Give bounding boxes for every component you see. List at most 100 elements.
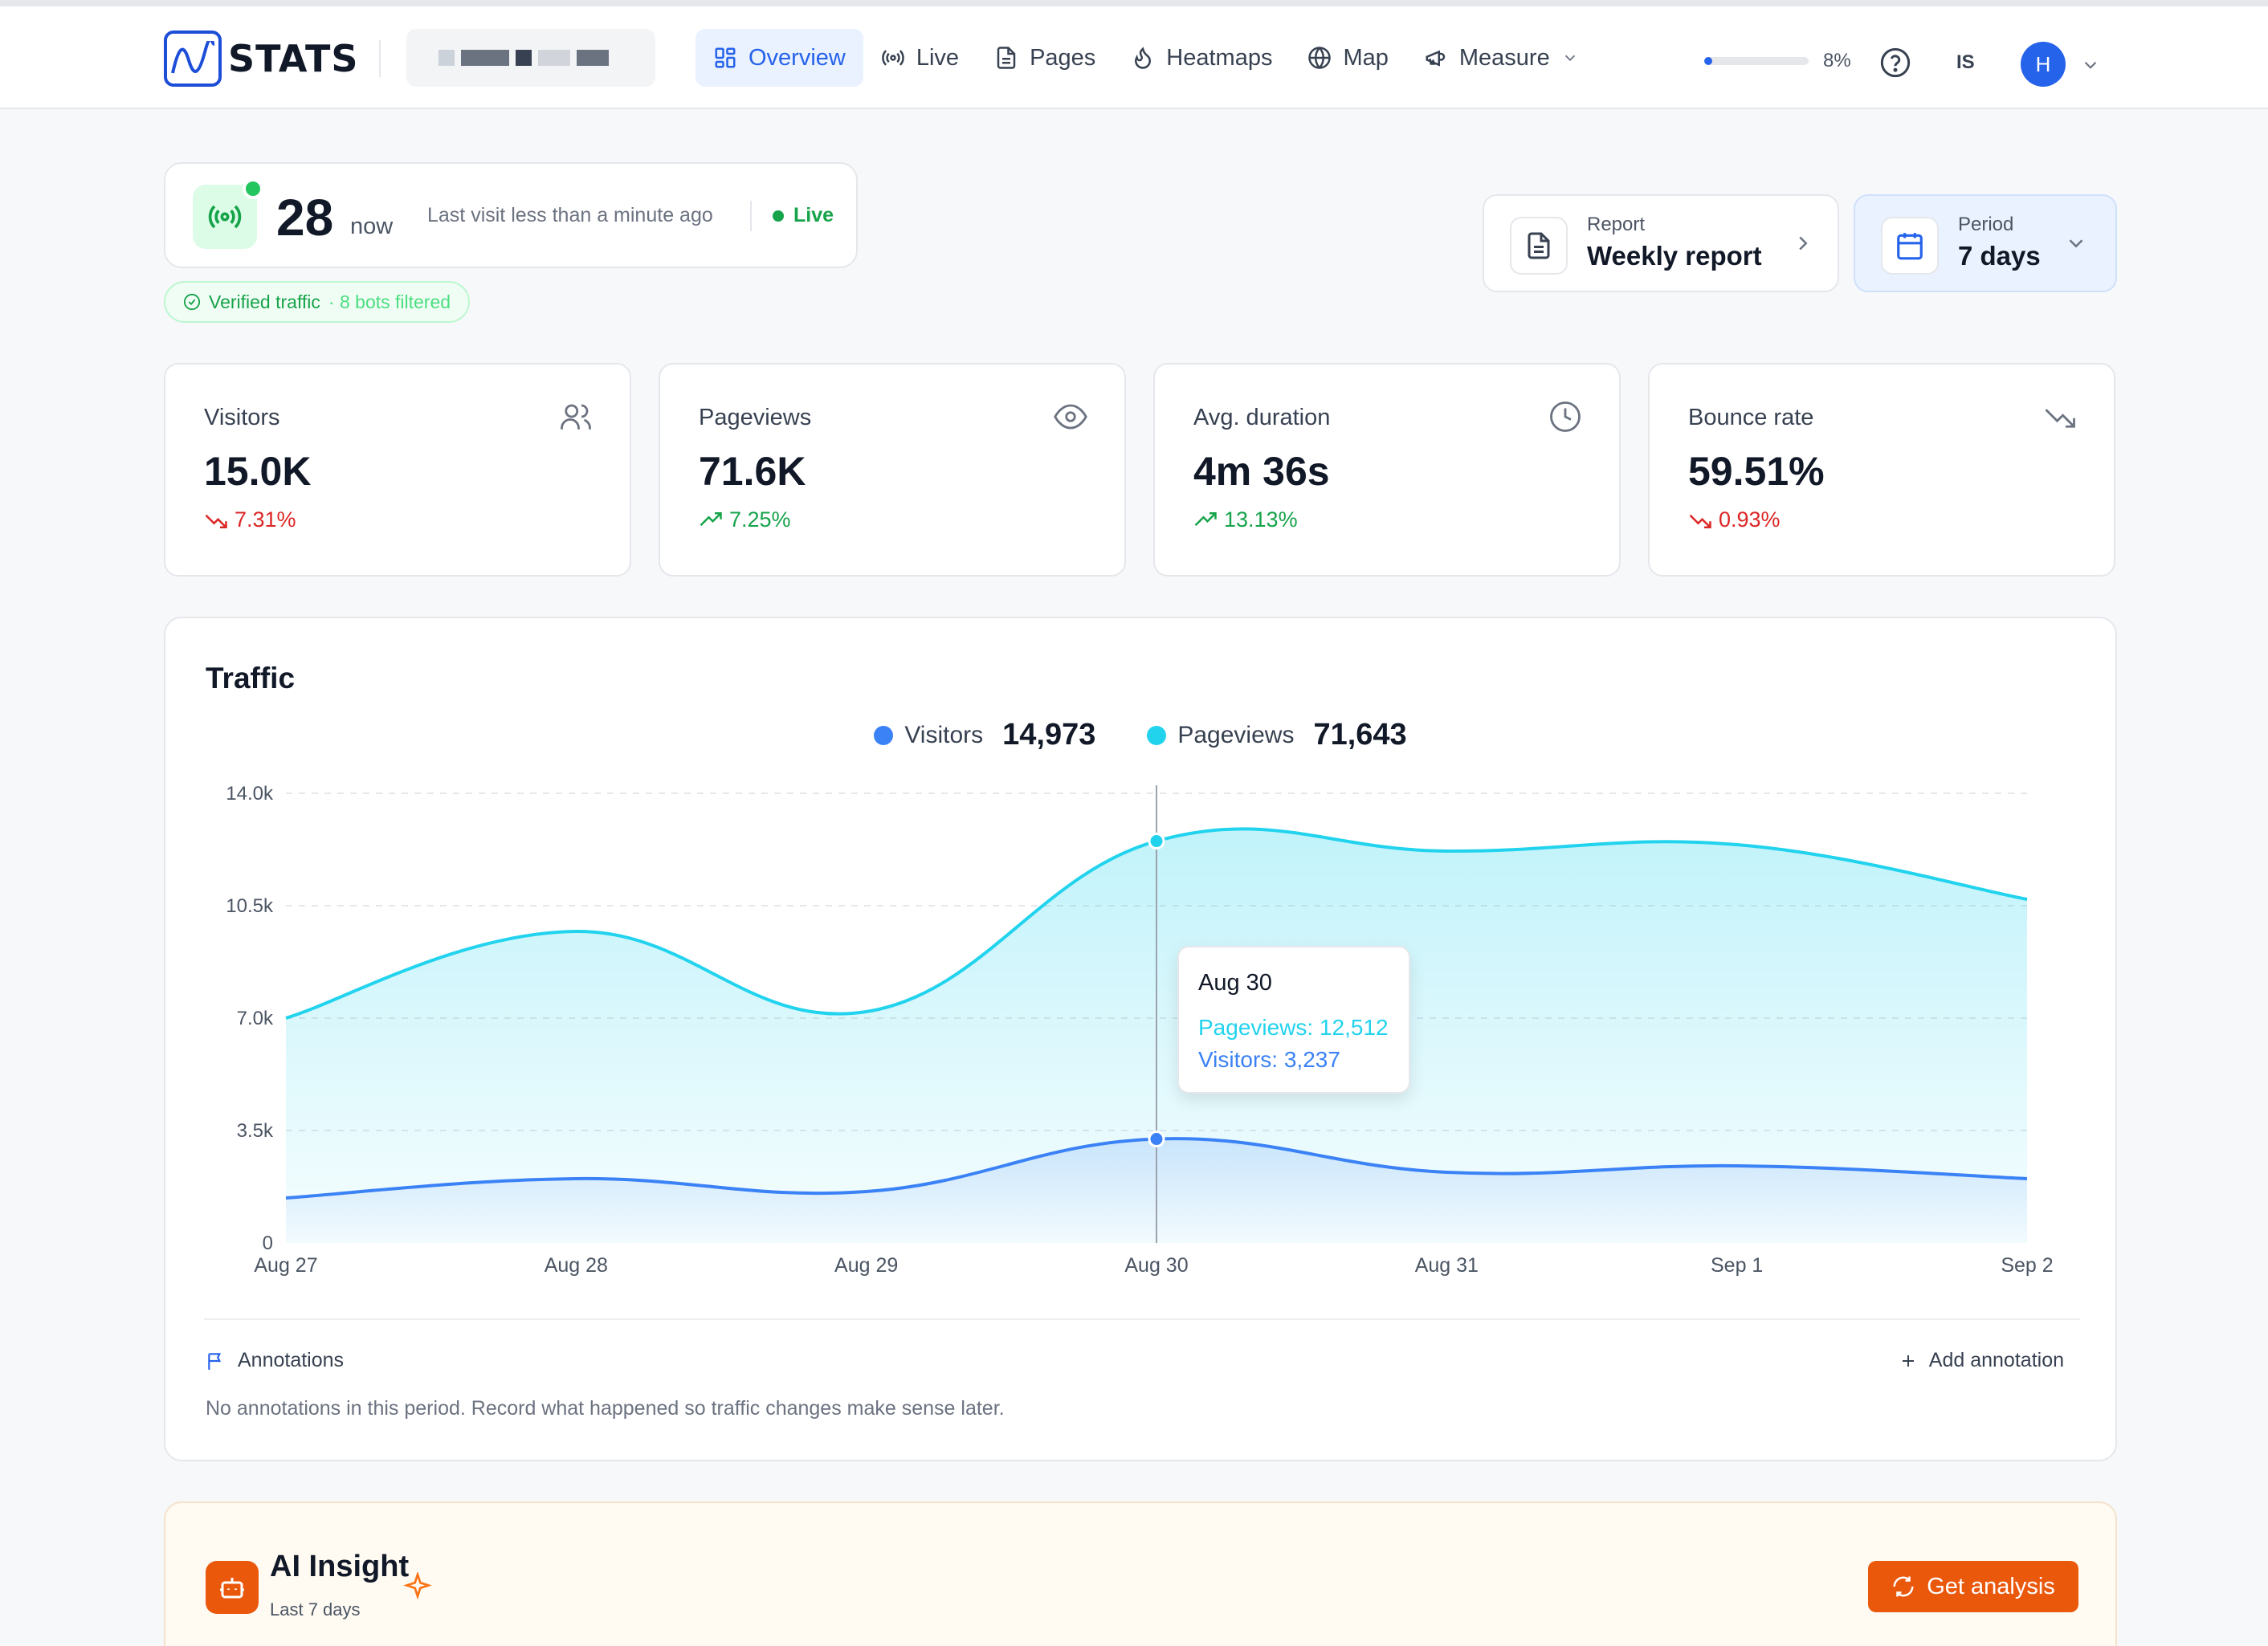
eye-icon [1054,404,1087,430]
clock-icon [1550,401,1581,432]
redacted-block [461,50,509,66]
stat-delta-value: 7.31% [235,507,296,532]
document-icon [997,47,1016,69]
traffic-card: Traffic Visitors 14,973 Pageviews 71,643… [164,617,2117,1461]
period-selector[interactable]: Period 7 days [1854,194,2117,292]
nav-pages[interactable]: Pages [977,29,1113,87]
live-badge[interactable]: Live [773,204,834,227]
ai-insight-card: AI Insight Last 7 days Get analysis [164,1501,2117,1646]
report-selector[interactable]: Report Weekly report [1483,194,1839,292]
chevron-down-icon [1564,55,1575,62]
logo[interactable]: STATS [164,31,358,87]
stat-label: Visitors [204,405,280,430]
megaphone-icon [1426,50,1446,67]
get-analysis-button[interactable]: Get analysis [1868,1561,2078,1612]
top-border [0,0,2268,6]
nav-live[interactable]: Live [863,29,977,87]
y-tick-label: 3.5k [237,1120,274,1142]
divider [379,40,381,77]
nav-label: Live [916,44,960,71]
x-tick-label: Aug 28 [545,1254,608,1277]
avatar[interactable]: H [2021,42,2066,87]
divider [204,1318,2080,1320]
x-tick-label: Aug 30 [1124,1254,1188,1277]
report-value: Weekly report [1587,241,1762,271]
x-tick-label: Aug 29 [834,1254,898,1277]
ai-subtitle: Last 7 days [270,1599,361,1620]
tooltip-visitors: Visitors: 3,237 [1198,1047,1340,1072]
period-value: 7 days [1958,241,2041,271]
stat-delta: 7.25% [699,507,791,532]
stat-value: 71.6K [699,449,806,494]
nav-measure[interactable]: Measure [1406,29,1597,87]
trending-down-icon [2045,409,2075,428]
annotations-header: Annotations [206,1349,344,1372]
tooltip-date: Aug 30 [1198,970,1272,996]
usage-bar-fill [1704,57,1713,65]
annotations-empty-text: No annotations in this period. Record wh… [206,1397,1005,1420]
logo-wave-icon [164,31,222,87]
stat-label: Avg. duration [1193,405,1331,430]
nav-heatmaps[interactable]: Heatmaps [1113,29,1290,87]
nav-label: Map [1343,44,1389,71]
live-badge-label: Live [793,204,834,226]
ai-title: AI Insight [270,1550,410,1583]
redacted-block [577,50,609,66]
y-tick-label: 10.5k [226,895,274,917]
usage-percent: 8% [1823,50,1851,71]
bot-icon [206,1561,259,1614]
stat-card-visitors[interactable]: Visitors 15.0K 7.31% [164,363,631,577]
trending-up-icon [1194,511,1217,526]
grid-icon [715,47,736,68]
stat-label: Bounce rate [1688,405,1814,430]
site-selector[interactable] [406,29,655,87]
x-tick-label: Aug 31 [1415,1254,1479,1277]
live-visitors-card[interactable]: 28 now Last visit less than a minute ago… [164,162,858,268]
redacted-block [439,50,455,66]
verified-traffic-badge[interactable]: Verified traffic · 8 bots filtered [164,281,471,323]
check-circle-icon [183,293,201,311]
help-icon[interactable] [1879,47,1911,79]
plus-icon [1902,1355,1914,1367]
traffic-chart[interactable]: 0 3.5k 7.0k 10.5k 14.0k Aug 27 Aug 28 Aug 29 Aug… [165,618,2119,1293]
stat-delta-value: 7.25% [729,507,791,532]
add-annotation-button[interactable]: Add annotation [1899,1349,2064,1372]
stat-delta-value: 0.93% [1719,507,1781,532]
stat-card-avg-duration[interactable]: Avg. duration 4m 36s 13.13% [1153,363,1621,577]
usage-meter: 8% [1704,50,1851,72]
top-bar: STATS Overview Live Pages Heatmaps Map M… [0,6,2268,109]
live-now-label: now [350,214,394,239]
sparkle-icon [403,1572,432,1600]
chart-tooltip: Aug 30 Pageviews: 12,512 Visitors: 3,237 [1177,946,1410,1094]
refresh-icon [1893,1576,1914,1597]
pageviews-point [1148,833,1165,850]
report-document-icon [1510,217,1568,275]
period-label: Period [1958,214,2014,235]
trending-down-icon [205,514,227,528]
nav-map[interactable]: Map [1290,29,1405,87]
stat-card-bounce-rate[interactable]: Bounce rate 59.51% 0.93% [1648,363,2115,577]
live-count: 28 [276,189,334,246]
nav-overview[interactable]: Overview [695,29,863,87]
chevron-right-icon [1799,236,1808,251]
globe-icon [1308,47,1332,69]
calendar-icon [1881,217,1939,275]
broadcast-icon [882,50,904,66]
tooltip-pageviews: Pageviews: 12,512 [1198,1015,1389,1040]
visitors-point [1148,1131,1165,1148]
users-icon [561,404,591,430]
get-analysis-label: Get analysis [1927,1573,2055,1599]
stat-delta: 13.13% [1193,507,1298,532]
divider [750,201,752,231]
chevron-down-icon[interactable] [2080,55,2101,75]
trending-up-icon [700,511,722,526]
nav-label: Pages [1030,44,1096,71]
nav-label: Overview [749,44,846,71]
main-nav: Overview Live Pages Heatmaps Map Measure [695,29,1597,87]
stat-delta-value: 13.13% [1224,507,1298,532]
x-tick-label: Aug 27 [254,1254,317,1277]
stat-card-pageviews[interactable]: Pageviews 71.6K 7.25% [659,363,1126,577]
language-switch[interactable]: IS [1956,51,1975,74]
redacted-block [516,50,532,66]
stat-delta: 7.31% [204,507,296,532]
